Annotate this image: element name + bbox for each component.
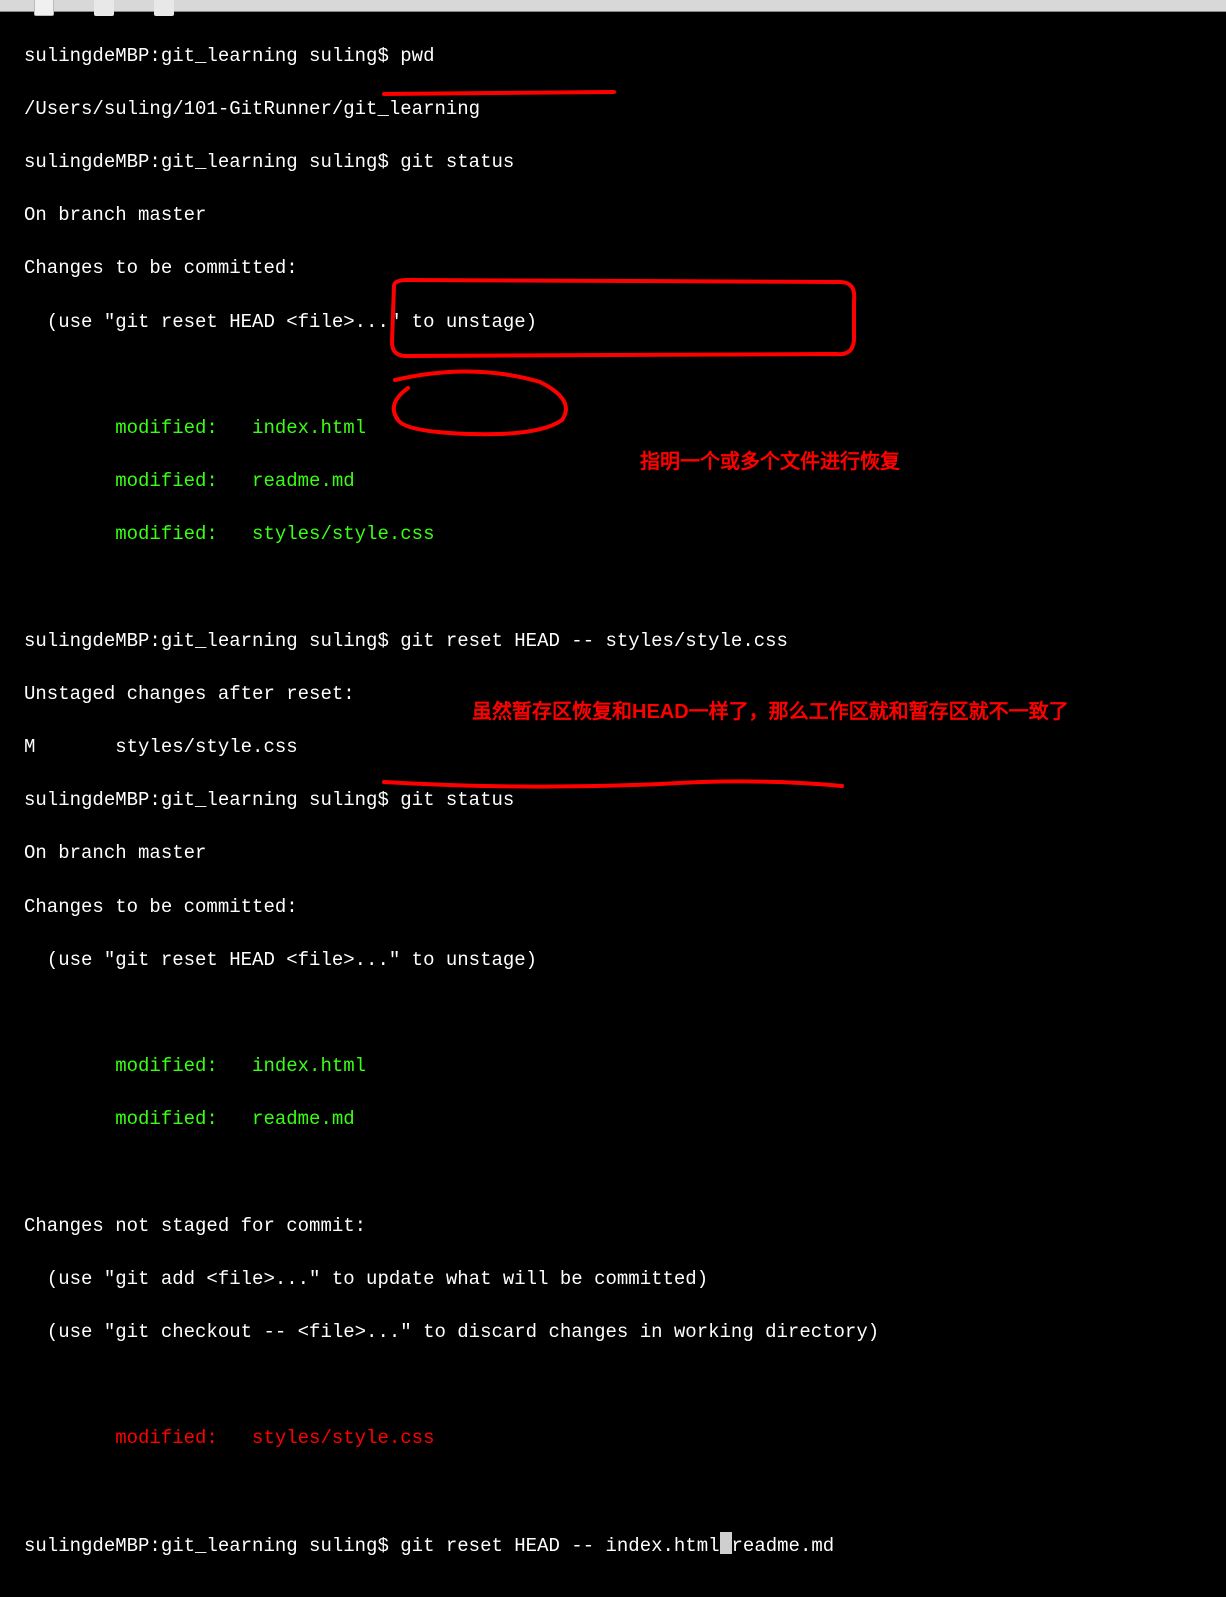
cmd-git-status-1: sulingdeMBP:git_learning suling$ git sta… [24,149,1202,176]
window-titlebar [0,0,1226,12]
blank [24,1000,1202,1027]
modified-index: modified: index.html [24,415,1202,442]
blank [24,574,1202,601]
status-branch-2: On branch master [24,840,1202,867]
modified-readme-2: modified: readme.md [24,1106,1202,1133]
blank [24,1372,1202,1399]
cmd-pwd: sulingdeMBP:git_learning suling$ pwd [24,43,1202,70]
cmd-git-reset-css: sulingdeMBP:git_learning suling$ git res… [24,628,1202,655]
cursor-icon [720,1532,732,1554]
status-commit-hdr: Changes to be committed: [24,255,1202,282]
modified-index-2: modified: index.html [24,1053,1202,1080]
cmd-git-status-2: sulingdeMBP:git_learning suling$ git sta… [24,787,1202,814]
annotation-restore-files: 指明一个或多个文件进行恢复 [640,448,900,476]
status-unstage-hint: (use "git reset HEAD <file>..." to unsta… [24,309,1202,336]
modified-css-unstaged: modified: styles/style.css [24,1425,1202,1452]
pwd-output: /Users/suling/101-GitRunner/git_learning [24,96,1202,123]
modified-readme: modified: readme.md [24,468,1202,495]
cmd-git-reset-multi: sulingdeMBP:git_learning suling$ git res… [24,1532,1202,1560]
status-checkout-hint: (use "git checkout -- <file>..." to disc… [24,1319,1202,1346]
reset-out-file: M styles/style.css [24,734,1202,761]
modified-css: modified: styles/style.css [24,521,1202,548]
status-branch: On branch master [24,202,1202,229]
annotation-workdir-mismatch: 虽然暂存区恢复和HEAD一样了，那么工作区就和暂存区就不一致了 [472,698,1069,726]
blank [24,1479,1202,1506]
blank [24,362,1202,389]
blank [24,1160,1202,1187]
status-notstaged-hdr: Changes not staged for commit: [24,1213,1202,1240]
status-unstage-hint-2: (use "git reset HEAD <file>..." to unsta… [24,947,1202,974]
terminal-output[interactable]: sulingdeMBP:git_learning suling$ pwd /Us… [0,12,1226,1597]
status-add-hint: (use "git add <file>..." to update what … [24,1266,1202,1293]
status-commit-hdr-2: Changes to be committed: [24,894,1202,921]
